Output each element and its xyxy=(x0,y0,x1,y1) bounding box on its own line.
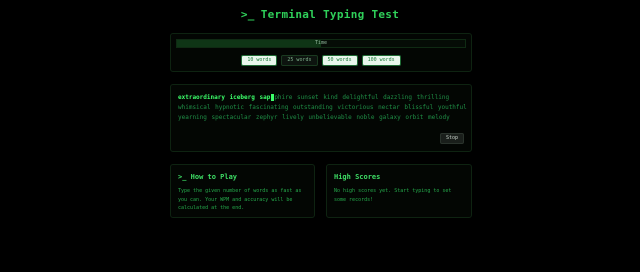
word-count-50-button[interactable]: 50 words xyxy=(321,55,358,66)
high-scores-title: High Scores xyxy=(334,173,381,181)
controls-panel: Time 10 words 25 words 50 words 100 word… xyxy=(170,33,472,72)
word-count-100-button[interactable]: 100 words xyxy=(361,55,401,66)
time-progress-label: Time xyxy=(314,40,328,46)
stop-button[interactable]: Stop xyxy=(439,133,464,144)
high-scores-text: No high scores yet. Start typing to set … xyxy=(334,188,452,203)
terminal-prompt-icon: >_ xyxy=(240,8,255,21)
word-count-options: 10 words 25 words 50 words 100 words xyxy=(171,55,471,66)
typing-text-area[interactable]: extraordinary iceberg sap phire sunset ki… xyxy=(178,93,468,123)
word-count-25-button[interactable]: 25 words xyxy=(281,55,318,66)
page-title-text: Terminal Typing Test xyxy=(260,8,400,21)
word-count-10-button[interactable]: 10 words xyxy=(241,55,278,66)
how-to-play-text: Type the given number of words as fast a… xyxy=(178,188,302,211)
page-title: >_ Terminal Typing Test xyxy=(0,8,640,21)
current-word-remainder: phire xyxy=(274,94,293,101)
how-to-play-title: >_ How to Play xyxy=(178,173,238,181)
time-progress-bar: Time xyxy=(176,39,466,48)
typed-text: extraordinary iceberg sap xyxy=(178,94,271,101)
high-scores-card: High Scores No high scores yet. Start ty… xyxy=(326,164,472,218)
typing-panel: extraordinary iceberg sap phire sunset ki… xyxy=(170,84,472,152)
how-to-play-card: >_ How to Play Type the given number of … xyxy=(170,164,315,218)
